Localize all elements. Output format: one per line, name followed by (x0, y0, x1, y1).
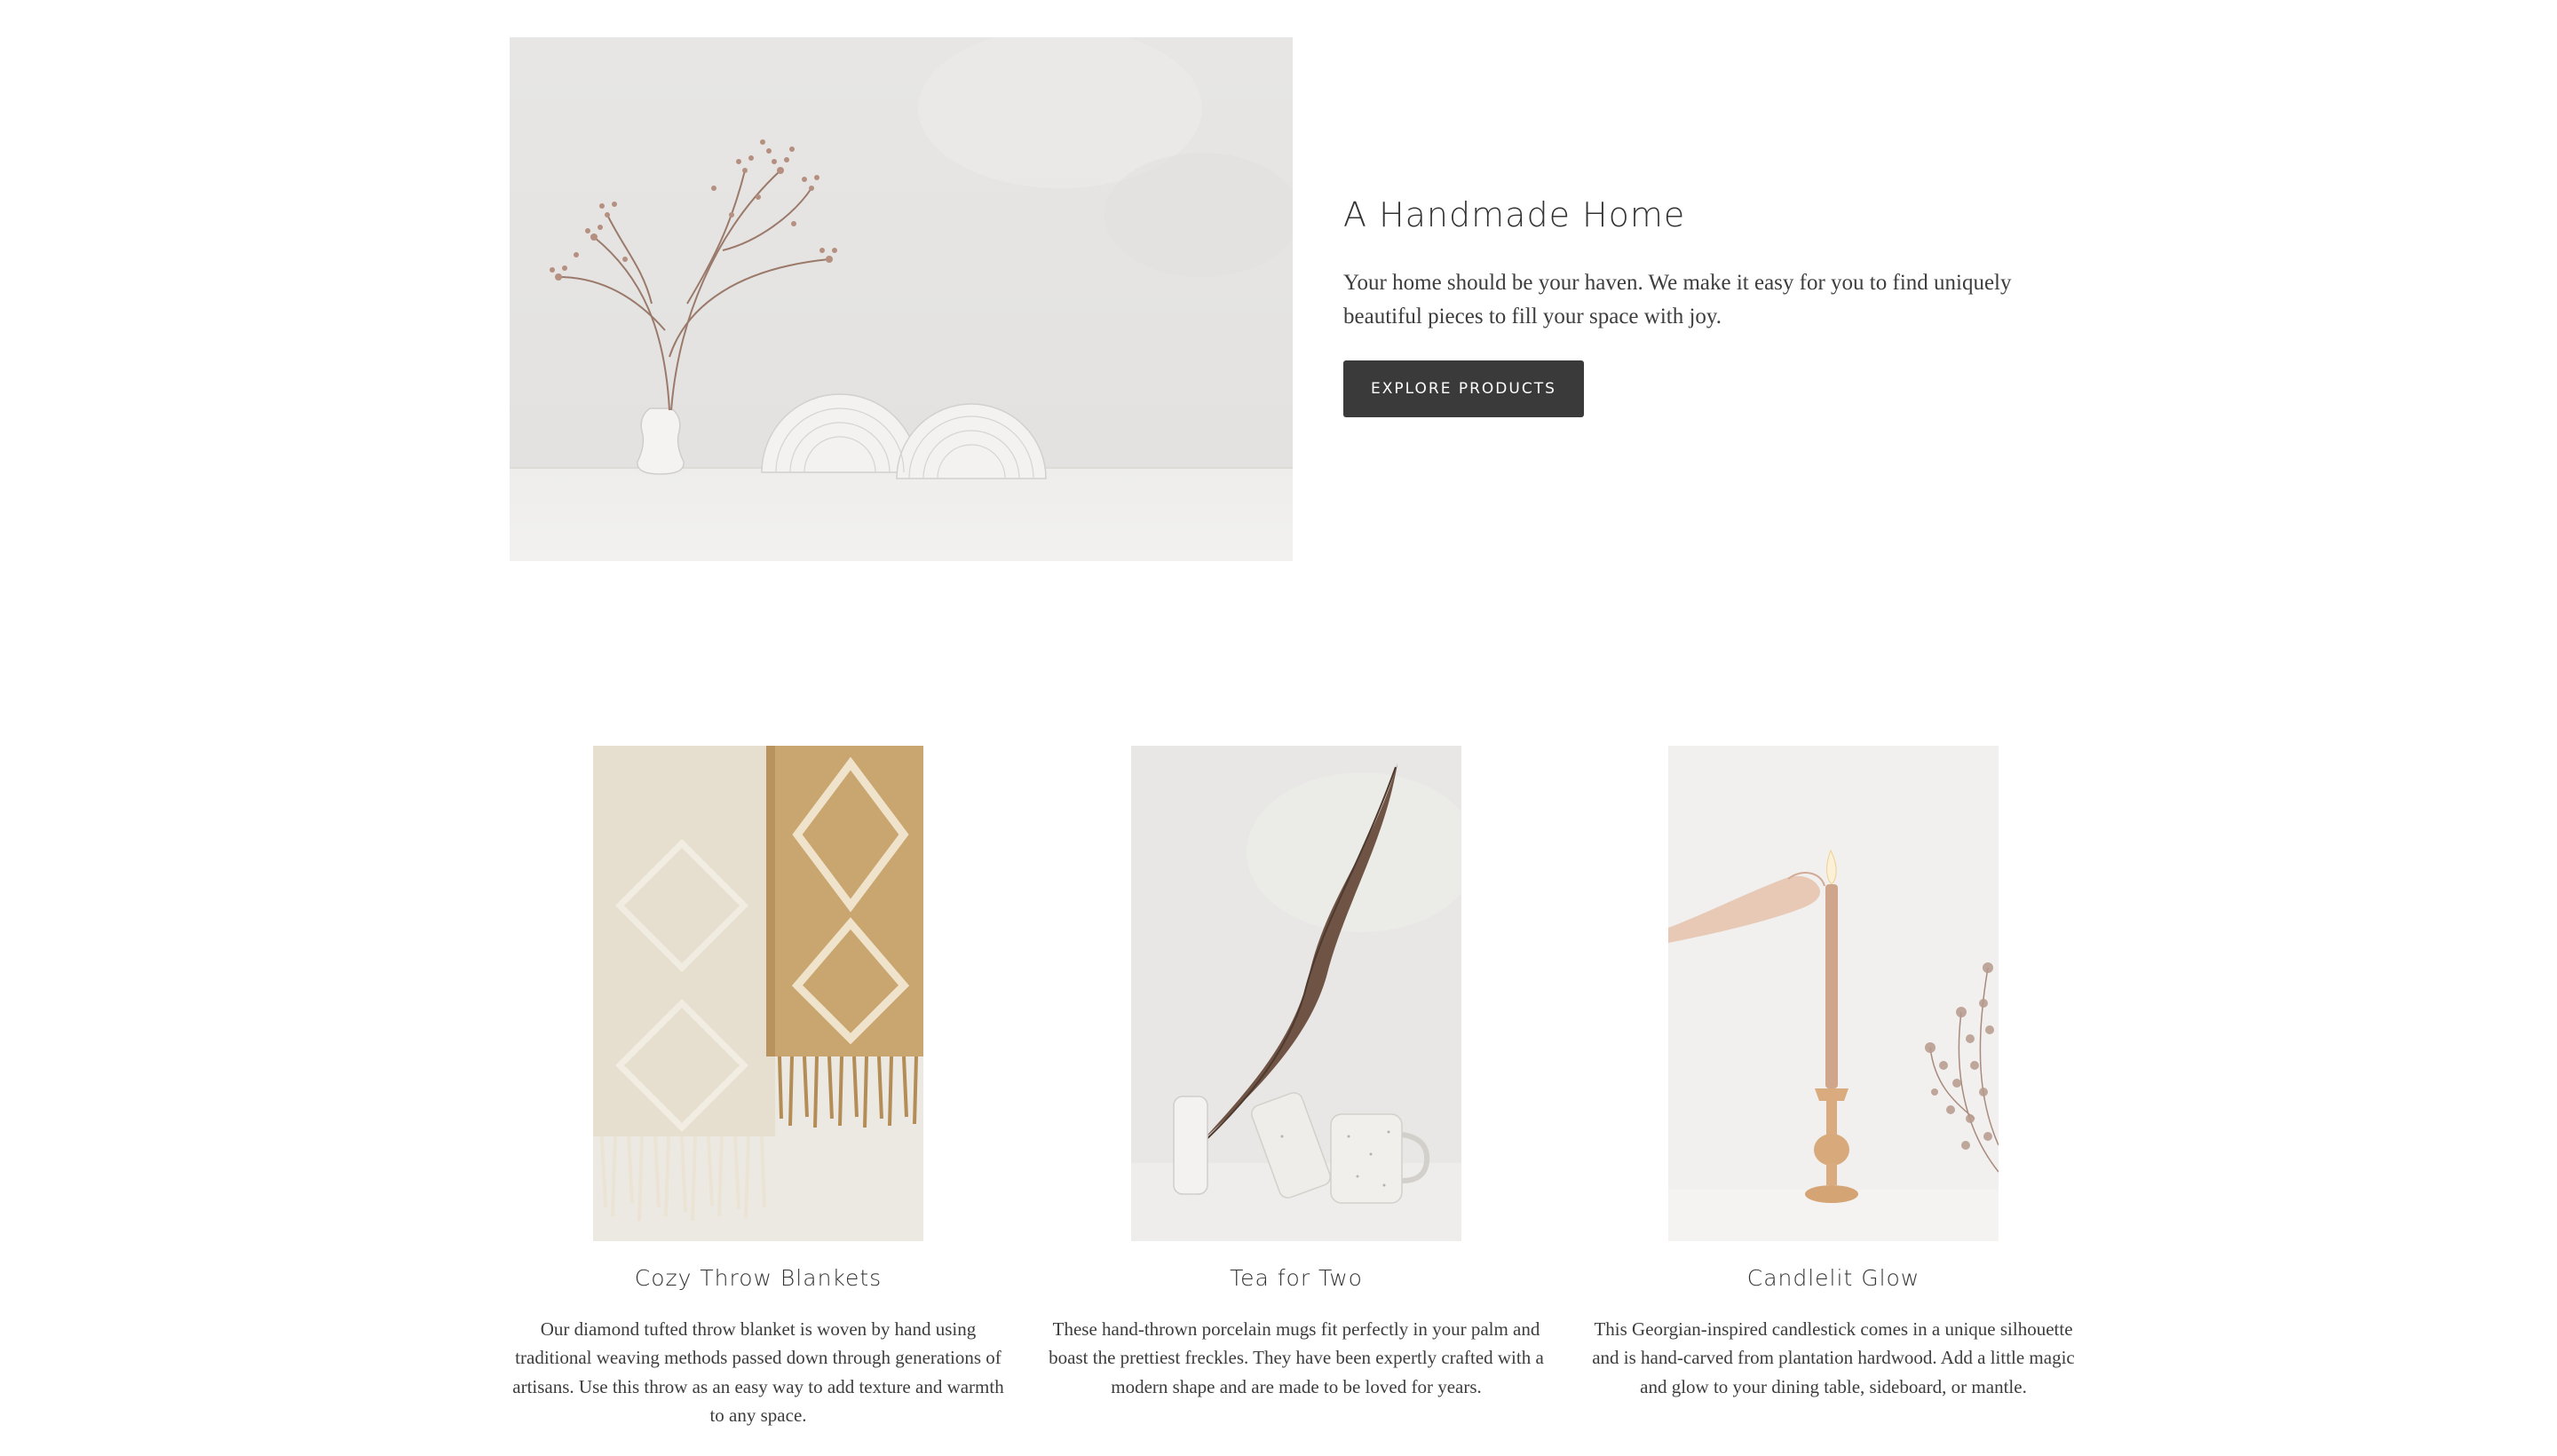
hero-description: Your home should be your haven. We make … (1343, 270, 2012, 328)
product-columns: Cozy Throw Blankets Our diamond tufted t… (510, 746, 2075, 1456)
column-title: Cozy Throw Blankets (634, 1265, 883, 1291)
hero-image (510, 37, 1293, 561)
column-tea-for-two: Tea for Two These hand-thrown porcelain … (1048, 746, 1545, 1401)
hero-text-block: A Handmade Home Your home should be your… (1343, 195, 2054, 417)
column-cozy-throw-blankets: Cozy Throw Blankets Our diamond tufted t… (510, 746, 1007, 1430)
hero-title: A Handmade Home (1343, 195, 1686, 234)
explore-products-button[interactable]: EXPLORE PRODUCTS (1343, 360, 1584, 417)
candlestick-image[interactable] (1668, 746, 1999, 1241)
column-candlelit-glow: Candlelit Glow This Georgian-inspired ca… (1585, 746, 2082, 1401)
hero-section: A Handmade Home Your home should be your… (510, 37, 2047, 561)
throw-blankets-image[interactable] (593, 746, 923, 1241)
column-description: These hand-thrown porcelain mugs fit per… (1049, 1318, 1544, 1397)
column-description: Our diamond tufted throw blanket is wove… (512, 1318, 1004, 1427)
column-description: This Georgian-inspired candlestick comes… (1592, 1318, 2075, 1397)
tea-mugs-image[interactable] (1131, 746, 1461, 1241)
column-title: Tea for Two (1230, 1265, 1363, 1291)
column-title: Candlelit Glow (1746, 1265, 1920, 1291)
